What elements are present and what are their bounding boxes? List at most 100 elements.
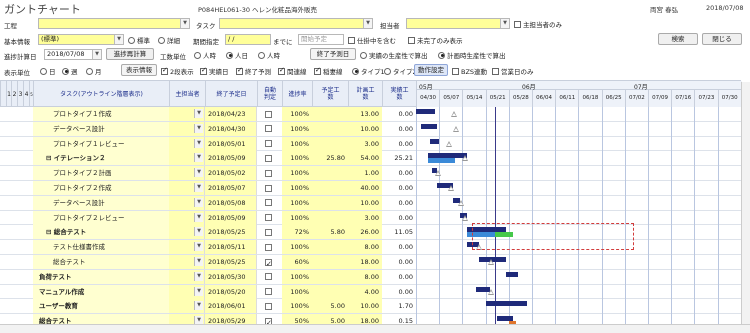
jidou-checkbox[interactable] [265, 257, 272, 269]
yotei-cell[interactable] [312, 284, 348, 299]
jisseki-checkbox[interactable] [200, 66, 207, 75]
keikaku-cell[interactable]: 26.00 [348, 225, 382, 240]
keikaku-cell[interactable]: 3.00 [348, 136, 382, 151]
yotei-cell[interactable] [312, 255, 348, 269]
shuryou-cell[interactable]: 2018/05/25 [205, 255, 257, 269]
jidou-checkbox[interactable] [265, 110, 272, 118]
2layer-checkbox[interactable] [161, 66, 168, 75]
tantou-cell[interactable]: ▼ [169, 225, 205, 240]
yotei-cell[interactable]: 5.00 [312, 299, 348, 314]
shuryou-cell[interactable]: 2018/05/25 [205, 225, 257, 240]
yotei-cell[interactable] [312, 181, 348, 195]
yotei-cell[interactable] [312, 136, 348, 151]
hyouji-select[interactable]: (標準) ▼ [38, 34, 124, 45]
shinchoku-cell[interactable]: 100% [282, 284, 312, 299]
tantou-cell[interactable]: ▼ [169, 121, 205, 136]
month-radio[interactable] [86, 67, 93, 75]
keikaku-cell[interactable]: 10.00 [348, 121, 382, 136]
opt-jisseki[interactable]: 実績の生産性で算出 [360, 50, 428, 60]
chk-2layer-option[interactable]: 2段表示 [161, 66, 194, 76]
jidou-cell[interactable] [257, 225, 282, 239]
jidou-cell[interactable] [257, 166, 282, 180]
shinchoku-cell[interactable]: 100% [282, 166, 312, 181]
jidou-checkbox[interactable] [265, 184, 272, 192]
jidou-cell[interactable] [257, 137, 282, 151]
tantou-cell[interactable]: ▼ [169, 314, 205, 324]
jidou-cell[interactable] [257, 107, 282, 121]
task-name[interactable]: データベース設計 [33, 195, 169, 210]
shuryou-cell[interactable]: 2018/06/01 [205, 299, 257, 314]
jidou-checkbox[interactable] [265, 228, 272, 236]
task-name[interactable]: テスト仕様書作成 [33, 240, 169, 255]
jidou-cell[interactable] [257, 299, 282, 313]
unit-person-day-radio[interactable] [226, 51, 233, 59]
keikaku-cell[interactable]: 1.00 [348, 166, 382, 181]
shuryou-cell[interactable]: 2018/05/01 [205, 136, 257, 151]
task-row[interactable]: ⊟ イテレーション２ ▼ 2018/05/09 100% 25.80 54.00… [0, 151, 741, 167]
shinkou-checkbox[interactable] [348, 36, 355, 44]
jidou-checkbox[interactable] [265, 169, 272, 177]
tantou-cell[interactable]: ▼ [169, 240, 205, 255]
shinchoku-cell[interactable]: 50% [282, 314, 312, 324]
task-row[interactable]: プロトタイプ２作成 ▼ 2018/05/07 100% 40.00 0.00 [0, 181, 741, 196]
unit-person-day-option[interactable]: 人日 [226, 50, 248, 60]
jisseki-header[interactable]: 実績工数 [383, 81, 417, 107]
koutei-select[interactable]: ▼ [38, 18, 190, 29]
shinchoku-cell[interactable]: 100% [282, 269, 312, 284]
vertical-scrollbar[interactable] [741, 82, 750, 333]
chk-sync-option[interactable]: BZS連動 [452, 66, 487, 76]
tantou-cell[interactable]: ▼ [169, 255, 205, 269]
shuryou-checkbox[interactable] [236, 66, 243, 75]
yotei-cell[interactable] [312, 166, 348, 181]
task-name[interactable]: プロトタイプ１レビュー [33, 136, 169, 151]
yotei-cell[interactable] [312, 121, 348, 136]
tantou-header[interactable]: 主担当者 [170, 81, 206, 107]
opt-hyoujun[interactable]: 標準 [128, 35, 150, 45]
jisseki-radio[interactable] [360, 51, 367, 59]
yotei-cell[interactable] [312, 210, 348, 225]
yotei-cell[interactable] [312, 240, 348, 255]
type1-radio[interactable] [352, 67, 359, 75]
shuryou-cell[interactable]: 2018/05/30 [205, 269, 257, 284]
shinchoku-cell[interactable]: 100% [282, 107, 312, 121]
unit-hour-radio[interactable] [258, 51, 265, 59]
keikaku-cell[interactable]: 10.00 [348, 299, 382, 314]
tantou-cell[interactable]: ▼ [169, 166, 205, 181]
tantou-cell[interactable]: ▼ [169, 181, 205, 195]
tantou-cell[interactable]: ▼ [169, 284, 205, 299]
yotei-cell[interactable] [312, 107, 348, 121]
task-row[interactable]: ユーザー教育 ▼ 2018/06/01 100% 5.00 10.00 1.70 [0, 299, 741, 315]
jidou-header[interactable]: 自動判定 [258, 81, 283, 107]
chk-inazuma-option[interactable]: 稲妻線 [314, 66, 343, 76]
only-main-checkbox[interactable] [514, 20, 521, 28]
shinkou-option[interactable]: 仕掛中を含む [348, 35, 396, 45]
opt-type1[interactable]: タイプ1 [352, 66, 385, 76]
opt-keikaku[interactable]: 計画時生産性で算出 [438, 50, 506, 60]
shinchoku-cell[interactable]: 100% [282, 299, 312, 314]
jidou-cell[interactable] [257, 122, 282, 136]
tantou-cell[interactable]: ▼ [169, 151, 205, 166]
chk-jisseki-option[interactable]: 実績日 [200, 66, 229, 76]
unit-person-hour-option[interactable]: 人時 [194, 50, 216, 60]
task-name[interactable]: プロトタイプ２レビュー [33, 210, 169, 225]
chk-kanren-option[interactable]: 関連線 [278, 66, 307, 76]
task-row[interactable]: プロトタイプ１作成 ▼ 2018/04/23 100% 13.00 0.00 [0, 107, 741, 122]
task-row[interactable]: 総合テスト ▼ 2018/05/25 60% 18.00 0.00 [0, 255, 741, 270]
jidou-cell[interactable] [257, 211, 282, 225]
shuryou-cell[interactable]: 2018/05/11 [205, 240, 257, 255]
tantou-cell[interactable]: ▼ [169, 210, 205, 225]
shinchoku-cell[interactable]: 100% [282, 151, 312, 166]
task-row[interactable]: テスト仕様書作成 ▼ 2018/05/11 100% 8.00 0.00 [0, 240, 741, 255]
task-row[interactable]: マニュアル作成 ▼ 2018/05/20 100% 4.00 0.00 [0, 284, 741, 300]
task-row[interactable]: データベース設計 ▼ 2018/04/30 100% 10.00 0.00 [0, 121, 741, 137]
shinchoku-header[interactable]: 進捗率 [283, 81, 313, 107]
task-name[interactable]: 総合テスト [33, 314, 169, 324]
jidou-checkbox[interactable] [265, 140, 272, 148]
keikaku-header[interactable]: 計画工数 [349, 81, 383, 107]
tantou-cell[interactable]: ▼ [169, 299, 205, 314]
type2-radio[interactable] [384, 67, 391, 75]
shuryou-header[interactable]: 終了予定日 [206, 81, 258, 107]
jidou-cell[interactable] [257, 270, 282, 284]
opt-day[interactable]: 日 [40, 66, 56, 76]
jidou-checkbox[interactable] [265, 214, 272, 222]
